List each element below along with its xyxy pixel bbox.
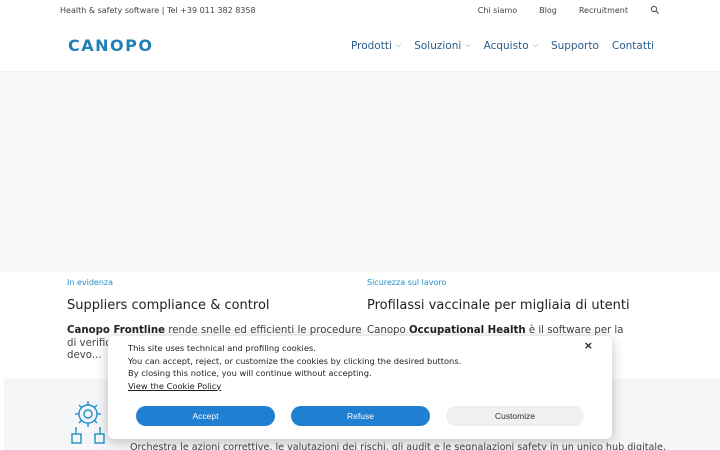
canopo-logo[interactable]: CANOPO xyxy=(68,36,153,55)
search-icon[interactable] xyxy=(650,5,660,15)
nav-label: Soluzioni xyxy=(414,39,462,52)
card-tag: Sicurezza sul lavoro xyxy=(367,278,447,287)
top-link-recruitment[interactable]: Recruitment xyxy=(579,6,628,15)
nav-acquisto[interactable]: Acquisto ⌵ xyxy=(484,40,538,52)
cookie-text: This site uses technical and profiling c… xyxy=(128,342,461,392)
main-header: CANOPO Prodotti ⌵ Soluzioni ⌵ Acquisto ⌵ Su… xyxy=(0,20,720,72)
nav-label: Prodotti xyxy=(350,39,392,52)
card-title[interactable]: Suppliers compliance & control xyxy=(67,298,367,313)
product-name: Occupational Health xyxy=(408,325,526,336)
top-link-blog[interactable]: Blog xyxy=(539,6,557,15)
cookie-line: This site uses technical and profiling c… xyxy=(128,343,316,353)
card-text-prefix: Canopo xyxy=(367,325,409,336)
top-links: Chi siamo Blog Recruitment xyxy=(478,5,660,15)
chevron-down-icon: ⌵ xyxy=(532,41,538,49)
nav-supporto[interactable]: Supporto xyxy=(551,40,599,52)
nav-prodotti[interactable]: Prodotti ⌵ xyxy=(351,40,401,52)
gear-circuit-icon xyxy=(71,401,105,444)
chevron-down-icon: ⌵ xyxy=(465,41,471,49)
main-nav: Prodotti ⌵ Soluzioni ⌵ Acquisto ⌵ Supporto … xyxy=(351,40,654,52)
band-text: Orchestra le azioni correttive, le valut… xyxy=(130,442,666,450)
cookie-policy-link[interactable]: View the Cookie Policy xyxy=(128,380,461,393)
refuse-button[interactable]: Refuse xyxy=(291,406,430,426)
nav-label: Contatti xyxy=(611,39,654,52)
customize-button[interactable]: Customize xyxy=(446,406,584,426)
nav-label: Acquisto xyxy=(483,39,529,52)
card-tag: In evidenza xyxy=(67,278,114,287)
nav-label: Supporto xyxy=(550,39,599,52)
cookie-banner: This site uses technical and profiling c… xyxy=(108,336,612,439)
cookie-line: By closing this notice, you will continu… xyxy=(128,368,372,378)
chevron-down-icon: ⌵ xyxy=(395,41,402,49)
nav-soluzioni[interactable]: Soluzioni ⌵ xyxy=(414,40,470,52)
product-name: Canopo Frontline xyxy=(67,325,166,336)
hero-banner xyxy=(0,72,720,272)
contact-info: Health & safety software | Tel +39 011 3… xyxy=(60,5,256,15)
card-title[interactable]: Profilassi vaccinale per migliaia di ute… xyxy=(367,298,667,313)
cookie-line: You can accept, reject, or customize the… xyxy=(128,355,462,366)
top-bar: Health & safety software | Tel +39 011 3… xyxy=(0,0,720,20)
nav-contatti[interactable]: Contatti xyxy=(612,40,654,52)
accept-button[interactable]: Accept xyxy=(136,406,275,426)
close-icon[interactable]: × xyxy=(584,339,593,352)
top-link-chi-siamo[interactable]: Chi siamo xyxy=(478,6,517,15)
